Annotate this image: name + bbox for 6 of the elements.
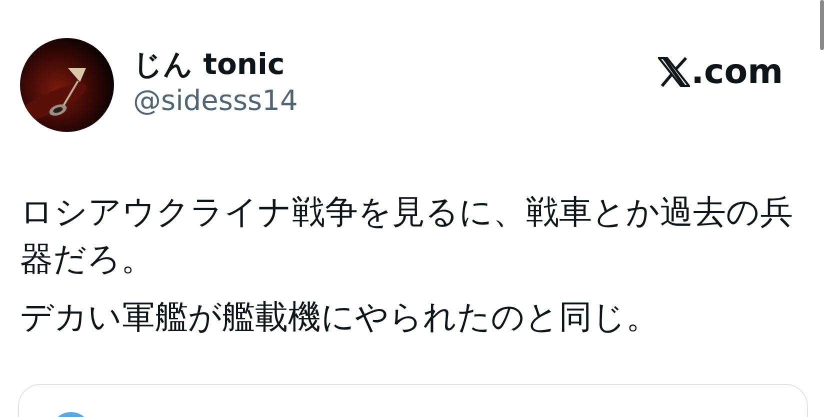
- tweet-text: ロシアウクライナ戦争を見るに、戦車とか過去の兵器だろ。 デカい軍艦が艦載機にやられたのと同じ。: [20, 191, 794, 338]
- author-name[interactable]: じん tonic: [133, 45, 298, 83]
- author-handle[interactable]: @sidesss14: [133, 83, 298, 119]
- site-label: .com: [691, 52, 783, 92]
- scrollbar: [820, 0, 824, 50]
- x-logo-icon: [658, 57, 690, 87]
